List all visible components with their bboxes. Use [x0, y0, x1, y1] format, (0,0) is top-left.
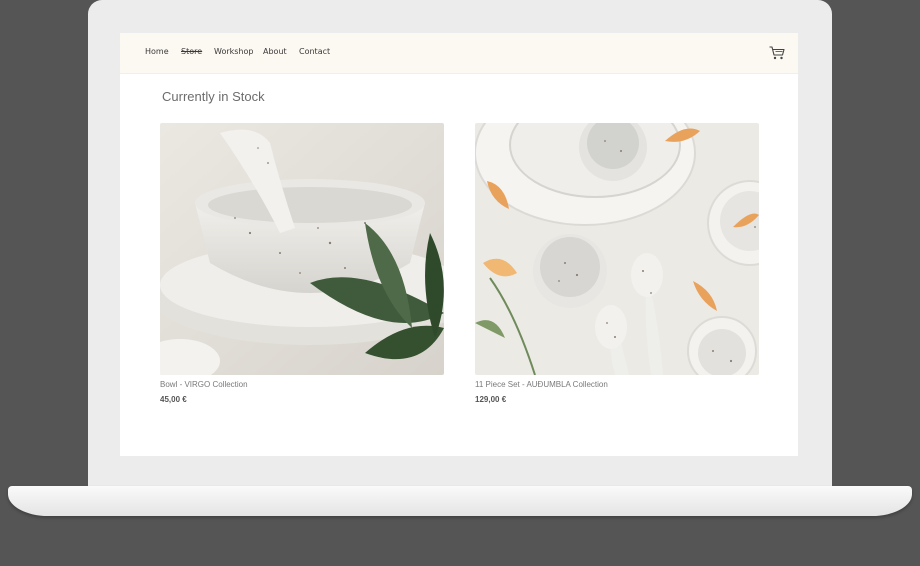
nav-workshop[interactable]: Workshop	[214, 47, 253, 56]
laptop-base	[8, 486, 912, 516]
product-image-bowl[interactable]	[160, 123, 444, 375]
nav-home[interactable]: Home	[145, 47, 169, 56]
product-image-set[interactable]	[475, 123, 759, 375]
product-card-set[interactable]: 11 Piece Set - AUÐUMBLA Collection 129,0…	[475, 123, 759, 404]
nav-store[interactable]: Store	[181, 47, 202, 56]
shopping-cart-icon[interactable]	[769, 46, 785, 60]
browser-screen: Home Store Workshop About Contact Curren…	[120, 33, 798, 456]
product-name[interactable]: Bowl - VIRGO Collection	[160, 380, 248, 389]
product-card-bowl[interactable]: Bowl - VIRGO Collection 45,00 €	[160, 123, 444, 404]
nav-about[interactable]: About	[263, 47, 287, 56]
product-name[interactable]: 11 Piece Set - AUÐUMBLA Collection	[475, 380, 608, 389]
product-price: 129,00 €	[475, 395, 507, 404]
top-navbar: Home Store Workshop About Contact	[120, 33, 798, 74]
product-price: 45,00 €	[160, 395, 187, 404]
page-title: Currently in Stock	[162, 89, 265, 104]
nav-contact[interactable]: Contact	[299, 47, 330, 56]
